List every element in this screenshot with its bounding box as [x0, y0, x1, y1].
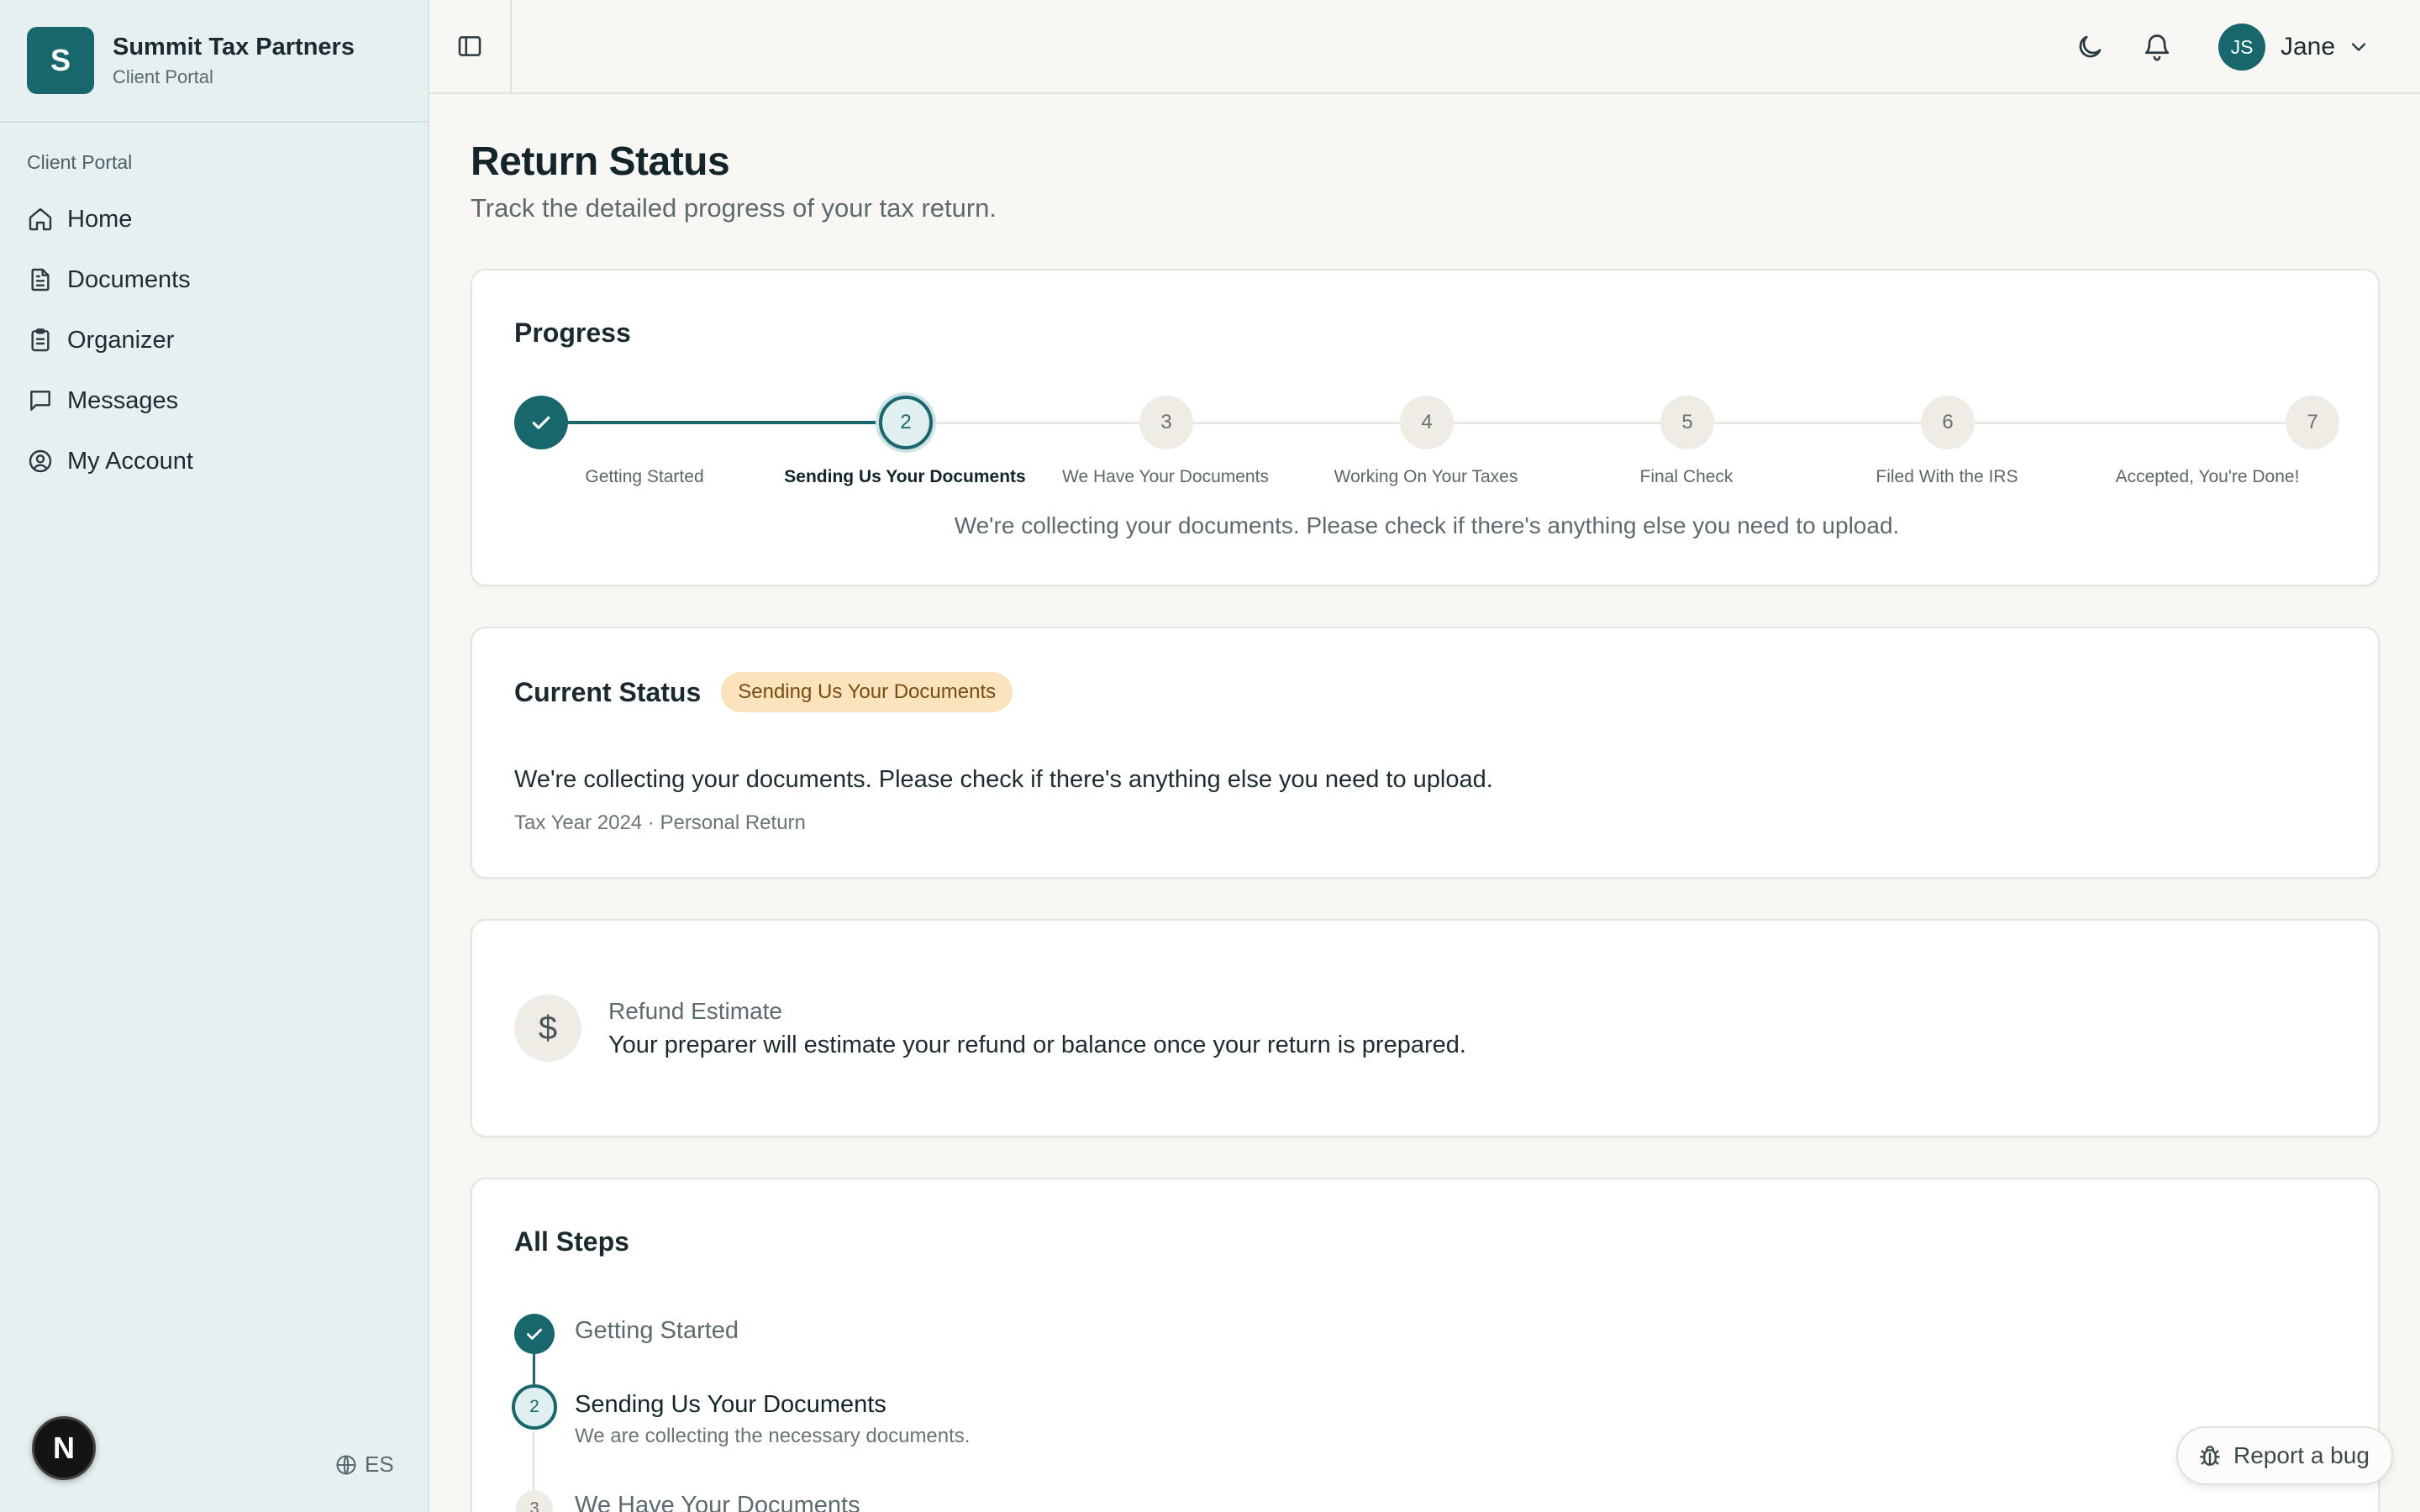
step-node-2: 2 — [879, 396, 933, 449]
progress-card: Progress 2 3 4 5 6 7 Getting Started Sen… — [471, 269, 2380, 586]
all-steps-title: All Steps — [514, 1226, 629, 1257]
check-icon — [532, 416, 550, 429]
message-icon — [30, 391, 50, 411]
step-label-7: Accepted, You're Done! — [2115, 467, 2300, 486]
globe-icon — [336, 1454, 356, 1475]
moon-icon[interactable] — [2075, 32, 2105, 62]
step-check-node — [514, 1314, 555, 1354]
brand-header[interactable]: S Summit Tax Partners Client Portal — [0, 0, 428, 123]
step-number-node: 3 — [516, 1490, 553, 1512]
step-node-5: 5 — [1660, 396, 1714, 449]
step-label-1: Getting Started — [585, 467, 704, 486]
step-node-4: 4 — [1400, 396, 1454, 449]
step-label-3: We Have Your Documents — [1062, 467, 1269, 486]
current-status-title: Current Status — [514, 676, 702, 707]
brand-subtitle: Client Portal — [113, 66, 213, 87]
current-status-card: Current Status Sending Us Your Documents… — [471, 627, 2380, 879]
document-icon — [31, 268, 50, 291]
step-number-node: 2 — [512, 1384, 557, 1430]
step-node-6: 6 — [1921, 396, 1975, 449]
stepper-track-completed — [541, 421, 906, 424]
all-steps-item-label: Sending Us Your Documents — [575, 1391, 886, 1418]
sidebar-item-messages[interactable]: Messages — [27, 370, 401, 431]
nav-heading: Client Portal — [27, 151, 133, 173]
step-node-3: 3 — [1139, 396, 1193, 449]
all-steps-item-label: We Have Your Documents — [575, 1492, 860, 1512]
brand-name: Summit Tax Partners — [113, 33, 355, 60]
user-menu[interactable]: JS Jane — [2218, 24, 2370, 71]
step-label-6: Filed With the IRS — [1876, 467, 2018, 486]
step-node-7: 7 — [2286, 396, 2339, 449]
brand-logo: S — [27, 27, 94, 94]
chevron-down-icon — [2351, 43, 2366, 51]
bug-icon — [2200, 1446, 2220, 1466]
sidebar: S Summit Tax Partners Client Portal Clie… — [0, 0, 429, 1512]
report-bug-button[interactable]: Report a bug — [2176, 1426, 2393, 1485]
sidebar-toggle-button[interactable] — [429, 0, 512, 92]
step-label-5: Final Check — [1639, 467, 1733, 486]
progress-title: Progress — [514, 318, 631, 348]
clipboard-icon — [31, 328, 50, 352]
report-bug-label: Report a bug — [2233, 1442, 2370, 1468]
all-steps-item-label: Getting Started — [575, 1317, 739, 1344]
bell-icon[interactable] — [2142, 32, 2172, 62]
language-label: ES — [365, 1452, 394, 1477]
topbar — [429, 0, 2420, 94]
step-label-2: Sending Us Your Documents — [784, 467, 1026, 486]
sidebar-item-home[interactable]: Home — [27, 189, 401, 249]
progress-description: We're collecting your documents. Please … — [954, 512, 1900, 538]
sidebar-item-label: Organizer — [67, 326, 175, 354]
status-meta: Tax Year 2024 · Personal Return — [514, 811, 806, 834]
sidebar-item-label: Home — [67, 205, 133, 233]
sidebar-item-documents[interactable]: Documents — [27, 249, 401, 310]
user-circle-icon — [29, 449, 52, 473]
refund-text: Your preparer will estimate your refund … — [608, 1032, 1466, 1058]
avatar: JS — [2218, 24, 2265, 71]
sidebar-item-label: My Account — [67, 447, 193, 475]
dollar-icon: $ — [514, 995, 581, 1062]
user-name: Jane — [2281, 33, 2336, 60]
sidebar-toggle-icon — [458, 36, 481, 56]
sidebar-item-label: Documents — [67, 265, 191, 293]
language-switcher[interactable]: ES — [334, 1452, 394, 1478]
all-steps-item-desc: We are collecting the necessary document… — [575, 1425, 971, 1447]
step-label-4: Working On Your Taxes — [1334, 467, 1518, 486]
sidebar-item-my-account[interactable]: My Account — [27, 431, 401, 491]
all-steps-card: All Steps Getting Started 2 Sending Us Y… — [471, 1178, 2380, 1512]
refund-estimate-card: $ Refund Estimate Your preparer will est… — [471, 919, 2380, 1137]
dev-tools-badge[interactable]: N — [32, 1416, 96, 1480]
status-badge: Sending Us Your Documents — [721, 672, 1013, 712]
page-subtitle: Track the detailed progress of your tax … — [471, 193, 997, 223]
sidebar-item-organizer[interactable]: Organizer — [27, 310, 401, 370]
sidebar-nav: Client Portal Home Documents Organizer M… — [0, 123, 428, 491]
sidebar-item-label: Messages — [67, 386, 179, 414]
check-icon — [527, 1328, 542, 1340]
status-message: We're collecting your documents. Please … — [514, 766, 1493, 793]
page-title: Return Status — [471, 139, 730, 184]
refund-label: Refund Estimate — [608, 998, 782, 1024]
step-node-1 — [514, 396, 568, 449]
progress-stepper: 2 3 4 5 6 7 — [514, 393, 2339, 452]
home-icon — [29, 207, 52, 231]
